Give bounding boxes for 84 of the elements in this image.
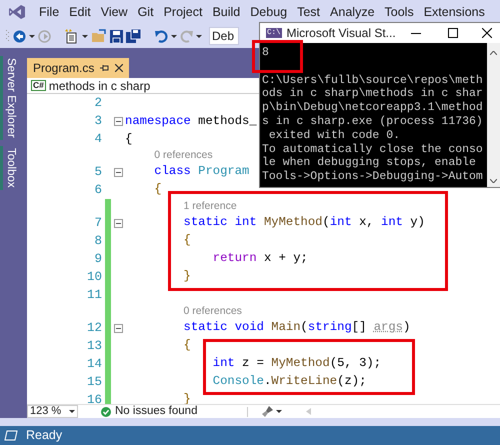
zoom-dropdown[interactable]: 123 % <box>27 405 78 418</box>
window-title: Microsoft Visual St... <box>286 25 396 42</box>
code-line: { <box>154 180 162 198</box>
save-all-icon[interactable] <box>126 29 141 43</box>
close-icon <box>482 28 492 38</box>
scroll-up-icon[interactable] <box>490 51 497 55</box>
code-line: Console.WriteLine(z); <box>212 372 366 390</box>
line-number: 2 <box>93 94 102 112</box>
code-line: int z = MyMethod(5, 3); <box>212 354 382 372</box>
caret-icon[interactable] <box>196 34 202 38</box>
menu-item[interactable]: Build <box>207 3 246 21</box>
console-output: 8 <box>262 46 269 60</box>
line-number: 11 <box>86 286 102 304</box>
code-line: return x + y; <box>212 250 308 267</box>
code-line: static int MyMethod(int x, int y) <box>184 214 425 231</box>
code-line: class Program <box>154 162 250 180</box>
line-number: 7 <box>93 214 102 232</box>
line-number: 14 <box>86 356 102 373</box>
menu-item[interactable]: Tools <box>380 3 419 21</box>
caret-icon[interactable] <box>29 34 35 38</box>
folder-icon[interactable] <box>91 29 107 43</box>
save-icon[interactable] <box>110 30 123 42</box>
new-item-icon[interactable] <box>65 28 79 44</box>
console-text-line: To automatically close the conso <box>262 142 483 156</box>
caret-icon[interactable] <box>171 34 177 38</box>
menu-item[interactable]: Edit <box>64 3 96 21</box>
status-icon <box>4 430 18 441</box>
code-line: } <box>184 268 191 285</box>
scroll-down-icon[interactable] <box>490 179 497 183</box>
console-text-line: le when debugging stops, enable <box>262 156 476 170</box>
console-text-line: C:\Users\fullb\source\repos\meth <box>262 74 483 88</box>
menu-item[interactable]: Analyze <box>325 3 380 21</box>
collapse-icon[interactable] <box>114 324 123 332</box>
code-line: namespace methods_ <box>125 113 257 129</box>
console-text-line: p\bin\Debug\netcoreapp3.1\method <box>262 101 483 115</box>
code-line: static void Main(string[] args) <box>184 318 410 336</box>
line-number: 3 <box>93 112 102 130</box>
project-dropdown[interactable]: methods in c sharp <box>48 76 150 94</box>
menu-item[interactable]: View <box>96 3 133 21</box>
caret-icon[interactable] <box>69 410 75 413</box>
line-number: 4 <box>93 130 102 148</box>
line-number: 9 <box>93 250 102 268</box>
code-line: { <box>184 336 191 354</box>
console-text-line: exited with code 0. <box>268 128 400 143</box>
line-number: 16 <box>86 392 102 404</box>
menu-item[interactable]: File <box>34 3 64 21</box>
code-line: } <box>184 390 191 404</box>
caret-icon[interactable] <box>276 410 282 413</box>
caret-icon[interactable] <box>82 34 88 38</box>
line-number: 12 <box>86 320 102 337</box>
console-text-line: Tools->Options->Debugging->Autom <box>262 170 483 184</box>
menu-item[interactable]: Debug <box>245 3 292 21</box>
back-icon[interactable] <box>13 30 26 42</box>
issues-status[interactable]: No issues found <box>115 402 198 420</box>
undo-icon[interactable] <box>155 30 168 42</box>
console-text-line: ods in c sharp\methods in c shar <box>262 87 483 102</box>
document-tab[interactable]: Program.cs <box>27 58 130 78</box>
line-number: 5 <box>93 164 102 181</box>
line-number: 8 <box>93 232 102 250</box>
line-number: 10 <box>86 268 102 286</box>
configuration-dropdown[interactable]: Deb <box>209 27 239 45</box>
menu-item[interactable]: Extensions <box>418 3 490 21</box>
line-number: 13 <box>86 338 102 355</box>
pin-icon[interactable] <box>100 64 110 72</box>
line-number: 15 <box>86 374 102 391</box>
maximize-icon <box>448 28 458 38</box>
code-line: { <box>125 131 132 147</box>
collapse-icon[interactable] <box>114 116 123 126</box>
console-text-line: s in c sharp.exe (process 11736) <box>262 114 483 129</box>
menu-item[interactable]: Test <box>292 3 326 21</box>
collapse-icon[interactable] <box>114 168 123 176</box>
status-text: Ready <box>26 427 62 444</box>
line-number: 6 <box>93 182 102 199</box>
brush-icon[interactable] <box>262 406 274 417</box>
csharp-file-icon: C# <box>31 80 46 91</box>
menu-item[interactable]: Project <box>158 3 208 21</box>
code-line: { <box>184 232 191 249</box>
menu-item[interactable]: Git <box>132 3 159 21</box>
highlight-frame <box>252 40 303 73</box>
app-logo-icon <box>8 4 26 20</box>
tab-title: Program.cs <box>33 60 94 77</box>
minimize-icon <box>411 32 422 34</box>
collapse-icon[interactable] <box>114 218 123 228</box>
close-icon[interactable] <box>115 64 124 72</box>
